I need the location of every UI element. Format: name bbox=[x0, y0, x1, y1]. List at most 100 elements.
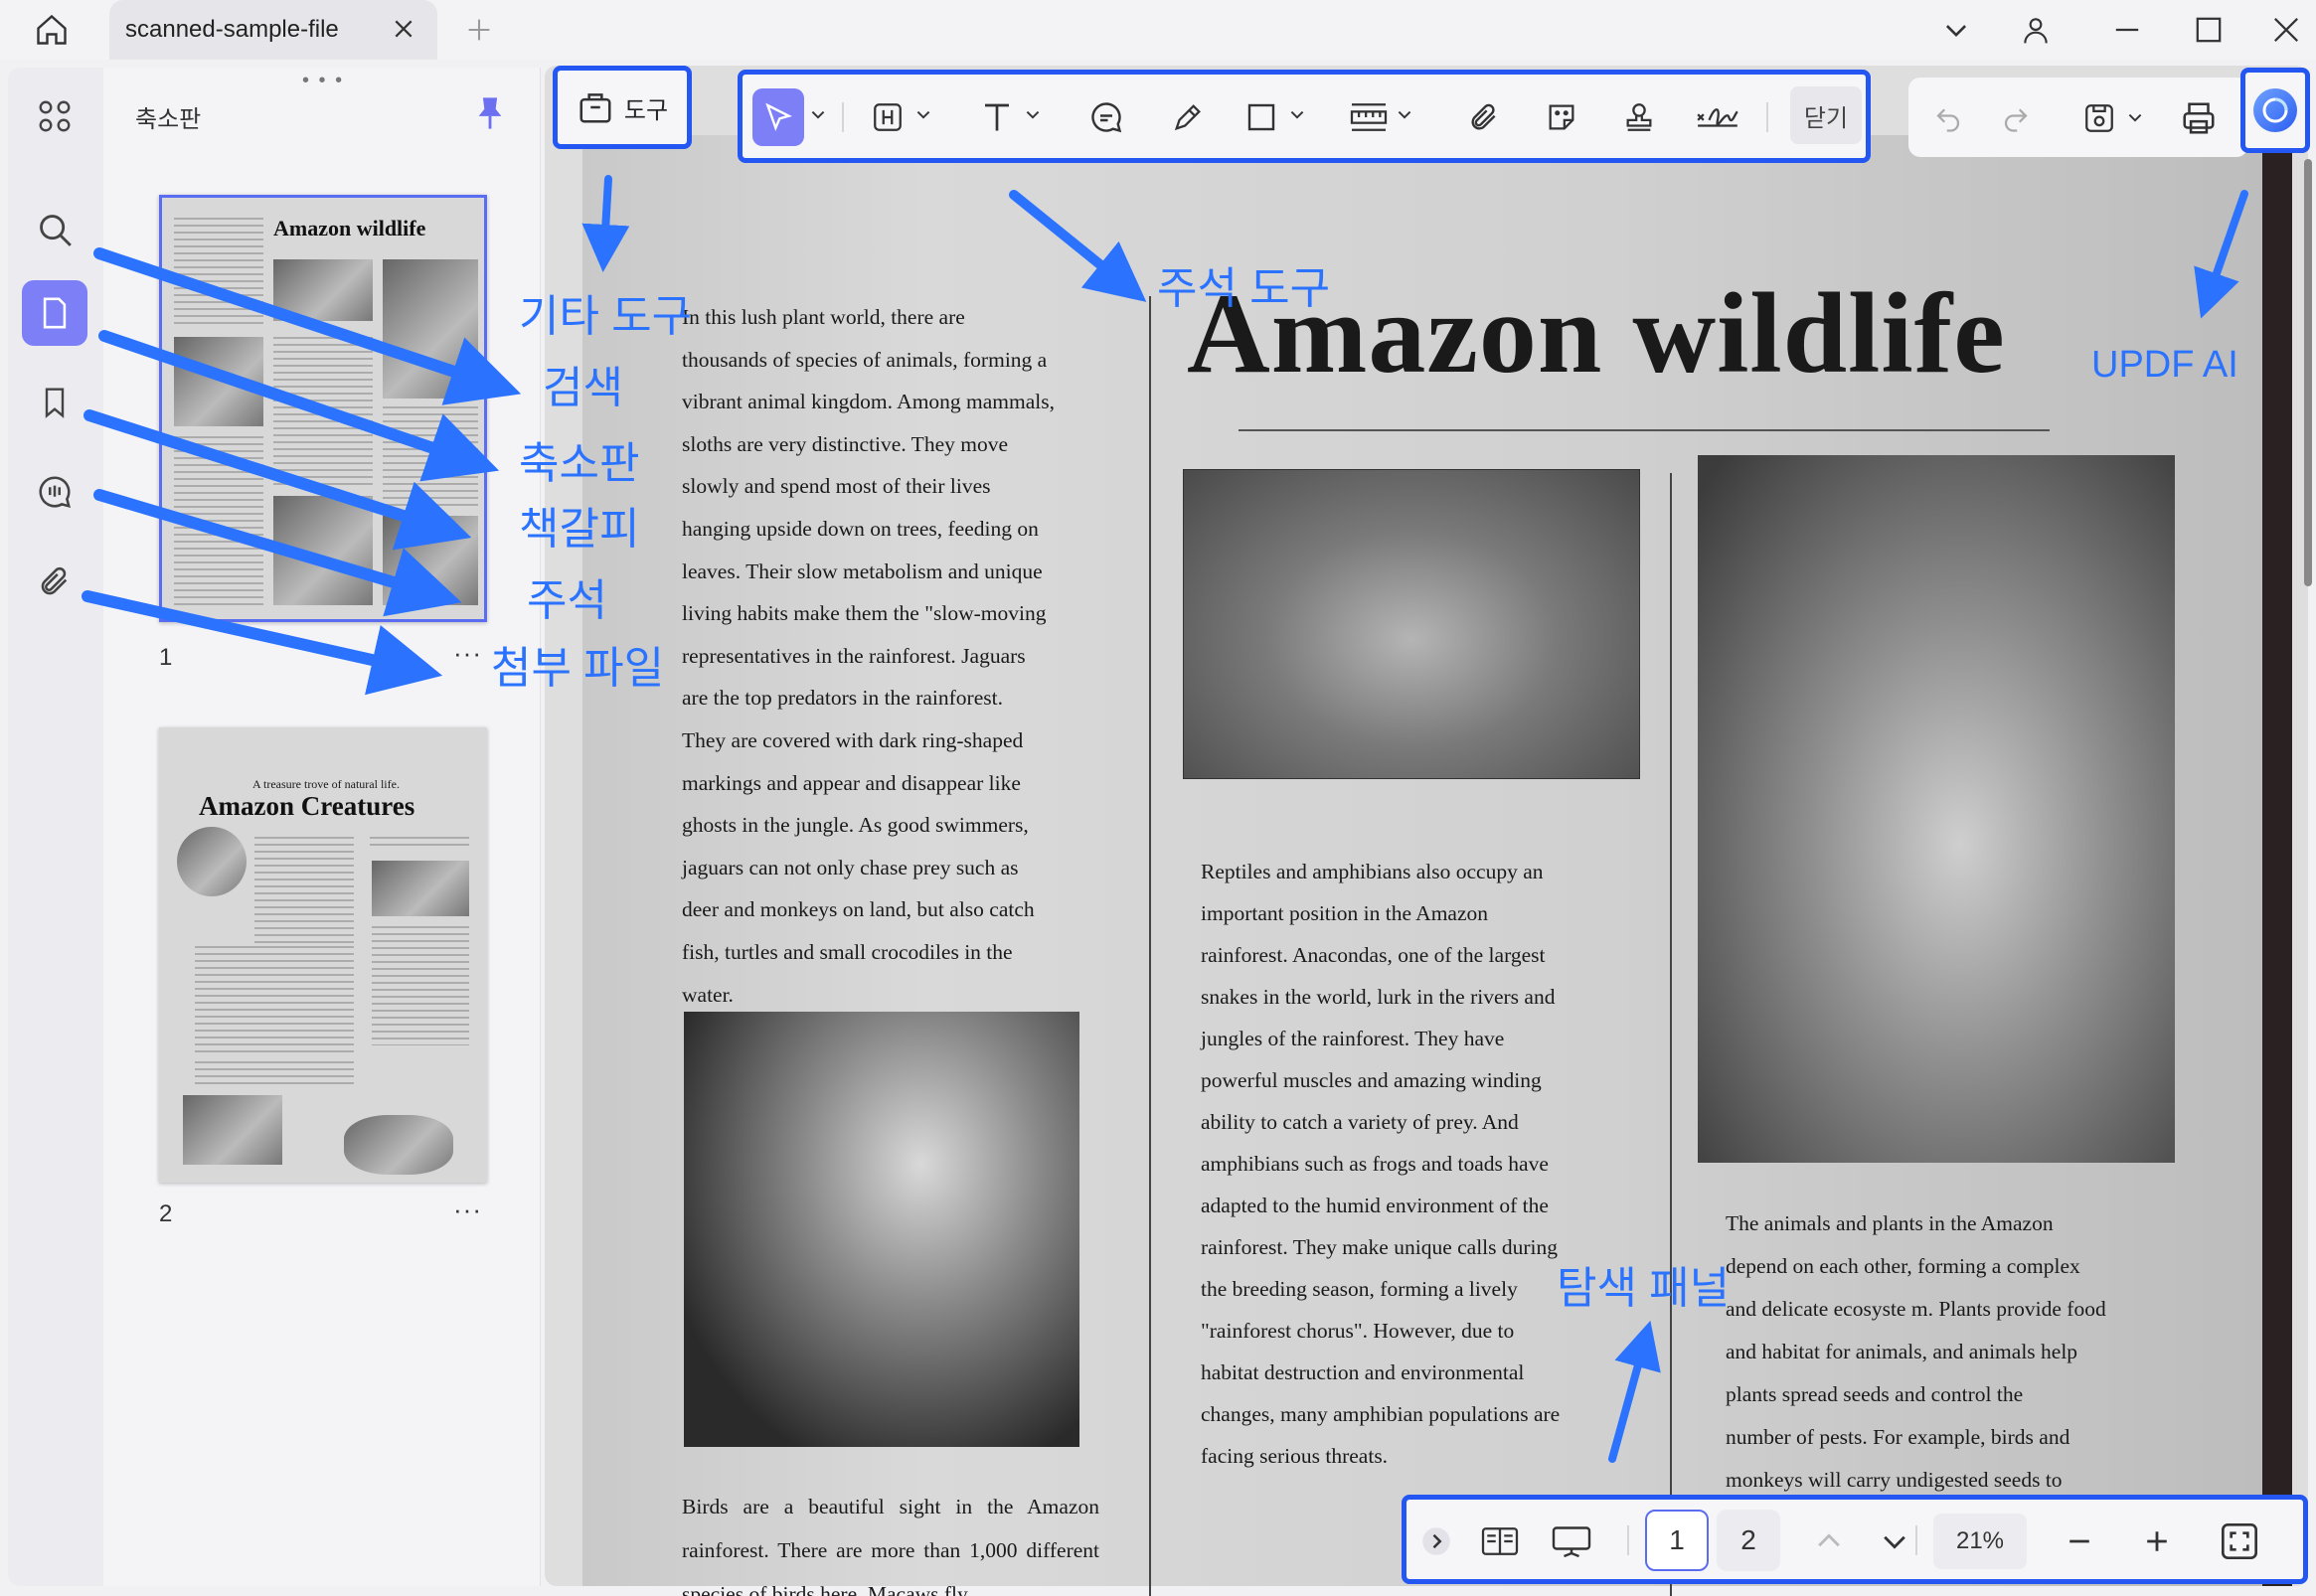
text-line: The animals and plants in the Amazon bbox=[1726, 1211, 2054, 1235]
thumb-more-button[interactable]: ··· bbox=[453, 1195, 482, 1225]
zoom-out-button[interactable] bbox=[2055, 1514, 2104, 1569]
new-tab-button[interactable] bbox=[459, 10, 499, 50]
close-window-button[interactable] bbox=[2264, 8, 2308, 52]
close-icon bbox=[395, 20, 413, 38]
page-2-button[interactable]: 2 bbox=[1717, 1510, 1780, 1571]
minimize-icon bbox=[2115, 28, 2139, 32]
sticker-tool[interactable] bbox=[1540, 88, 1583, 146]
reading-mode-button[interactable] bbox=[1472, 1514, 1528, 1569]
thumb-text-block bbox=[273, 337, 373, 486]
shape-tool[interactable] bbox=[1240, 88, 1283, 146]
comment-icon bbox=[39, 476, 72, 509]
organize-pages-button[interactable] bbox=[22, 83, 87, 149]
text-line: They are covered with dark ring-shaped bbox=[682, 727, 1024, 752]
comment-bubble-icon bbox=[1091, 102, 1122, 133]
select-tool-dropdown[interactable] bbox=[808, 104, 828, 124]
thumb-heading: Amazon wildlife bbox=[273, 216, 426, 240]
bookmark-button[interactable] bbox=[22, 370, 87, 435]
attachment-button[interactable] bbox=[22, 549, 87, 614]
text-line: habitat destruction and environmental bbox=[1201, 1360, 1525, 1384]
expand-icon bbox=[1422, 1527, 1450, 1555]
other-tools-button[interactable]: 도구 bbox=[553, 66, 692, 149]
right-toolbar bbox=[1908, 78, 2248, 157]
save-dropdown[interactable] bbox=[2125, 107, 2145, 127]
chevron-down-icon bbox=[811, 110, 825, 119]
text-tool[interactable] bbox=[975, 88, 1019, 146]
measure-tool-dropdown[interactable] bbox=[1395, 104, 1414, 124]
thumb-image bbox=[372, 861, 469, 916]
pen-icon bbox=[1174, 104, 1201, 131]
thumb-more-button[interactable]: ··· bbox=[453, 638, 482, 669]
chevron-down-icon bbox=[2128, 113, 2142, 122]
shape-tool-dropdown[interactable] bbox=[1287, 104, 1307, 124]
slideshow-button[interactable] bbox=[1544, 1514, 1599, 1569]
home-icon bbox=[37, 14, 67, 45]
text-line: Reptiles and amphibians also occupy an bbox=[1201, 860, 1544, 883]
signature-tool[interactable] bbox=[1689, 88, 1746, 146]
text-line: sloths are very distinctive. They move bbox=[682, 431, 1009, 456]
highlight-tool[interactable] bbox=[866, 88, 910, 146]
save-button[interactable] bbox=[2077, 89, 2121, 147]
undo-button[interactable] bbox=[1926, 89, 1970, 147]
thumbnail-button[interactable] bbox=[22, 280, 87, 346]
fit-page-button[interactable] bbox=[2212, 1514, 2267, 1569]
pin-icon bbox=[478, 97, 502, 129]
account-button[interactable] bbox=[2014, 8, 2058, 52]
pencil-tool[interactable] bbox=[1166, 88, 1210, 146]
text-tool-dropdown[interactable] bbox=[1023, 104, 1043, 124]
next-page-button[interactable] bbox=[1870, 1514, 1919, 1569]
thumb-subheading: A treasure trove of natural life. bbox=[252, 777, 400, 791]
window-close-icon bbox=[2274, 18, 2298, 42]
home-button[interactable] bbox=[30, 8, 74, 52]
text-column-3: The animals and plants in the Amazon depe… bbox=[1726, 1202, 2163, 1502]
vertical-scrollbar[interactable] bbox=[2304, 159, 2312, 586]
comment-tool[interactable] bbox=[1084, 88, 1128, 146]
page-thumbnail-2[interactable]: A treasure trove of natural life. Amazon… bbox=[159, 727, 487, 1183]
redo-button[interactable] bbox=[1994, 89, 2038, 147]
ai-icon bbox=[2253, 88, 2297, 132]
page-thumbnail-1[interactable]: Amazon wildlife bbox=[159, 195, 487, 622]
document-tab[interactable]: scanned-sample-file bbox=[109, 0, 437, 60]
text-line: plants spread seeds and control the bbox=[1726, 1382, 2024, 1406]
zoom-level[interactable]: 21% bbox=[1933, 1514, 2027, 1569]
thumb-image bbox=[273, 496, 373, 605]
zoom-in-button[interactable] bbox=[2132, 1514, 2182, 1569]
thumb-heading: Amazon Creatures bbox=[199, 791, 415, 821]
search-button[interactable] bbox=[22, 197, 87, 262]
title-bar: scanned-sample-file bbox=[0, 0, 2316, 60]
text-line: amphibians such as frogs and toads have bbox=[1201, 1152, 1549, 1176]
close-toolbar-button[interactable]: 닫기 bbox=[1790, 86, 1862, 144]
print-button[interactable] bbox=[2175, 89, 2223, 147]
highlight-tool-dropdown[interactable] bbox=[913, 104, 933, 124]
thumb-text-block bbox=[254, 837, 354, 946]
plus-icon bbox=[2147, 1531, 2167, 1551]
pin-button[interactable] bbox=[470, 93, 510, 133]
attach-file-tool[interactable] bbox=[1462, 88, 1506, 146]
tab-list-button[interactable] bbox=[1934, 8, 1978, 52]
text-line: living habits make them the "slow-moving bbox=[682, 601, 1047, 626]
text-icon bbox=[985, 103, 1009, 131]
maximize-button[interactable] bbox=[2187, 8, 2231, 52]
text-line: thousands of species of animals, forming… bbox=[682, 347, 1048, 372]
annotation-toolbar: 닫기 bbox=[738, 70, 1871, 163]
chevron-down-icon bbox=[1398, 110, 1411, 119]
comment-button[interactable] bbox=[22, 459, 87, 525]
resize-handle[interactable]: • • • bbox=[302, 70, 344, 92]
page-1-button[interactable]: 1 bbox=[1645, 1510, 1709, 1571]
measure-tool[interactable] bbox=[1345, 88, 1393, 146]
updf-ai-button[interactable] bbox=[2240, 68, 2310, 153]
annotation-other-tools: 기타 도구 bbox=[519, 292, 693, 341]
text-line: rainforest. They make unique calls durin… bbox=[1201, 1235, 1559, 1259]
minimize-button[interactable] bbox=[2105, 8, 2149, 52]
previous-page-button[interactable] bbox=[1804, 1514, 1854, 1569]
text-line: are the top predators in the rainforest. bbox=[682, 686, 1003, 711]
tab-close-button[interactable] bbox=[388, 13, 419, 45]
text-line: powerful muscles and amazing winding bbox=[1201, 1068, 1542, 1092]
chevron-down-icon bbox=[916, 110, 930, 119]
annotation-search: 검색 bbox=[543, 364, 623, 412]
collapse-nav-button[interactable] bbox=[1418, 1514, 1454, 1569]
text-line: ghosts in the jungle. As good swimmers, bbox=[682, 813, 1029, 838]
text-line: jungles of the rainforest. They have bbox=[1201, 1027, 1505, 1050]
select-tool[interactable] bbox=[752, 88, 804, 146]
stamp-tool[interactable] bbox=[1617, 88, 1661, 146]
